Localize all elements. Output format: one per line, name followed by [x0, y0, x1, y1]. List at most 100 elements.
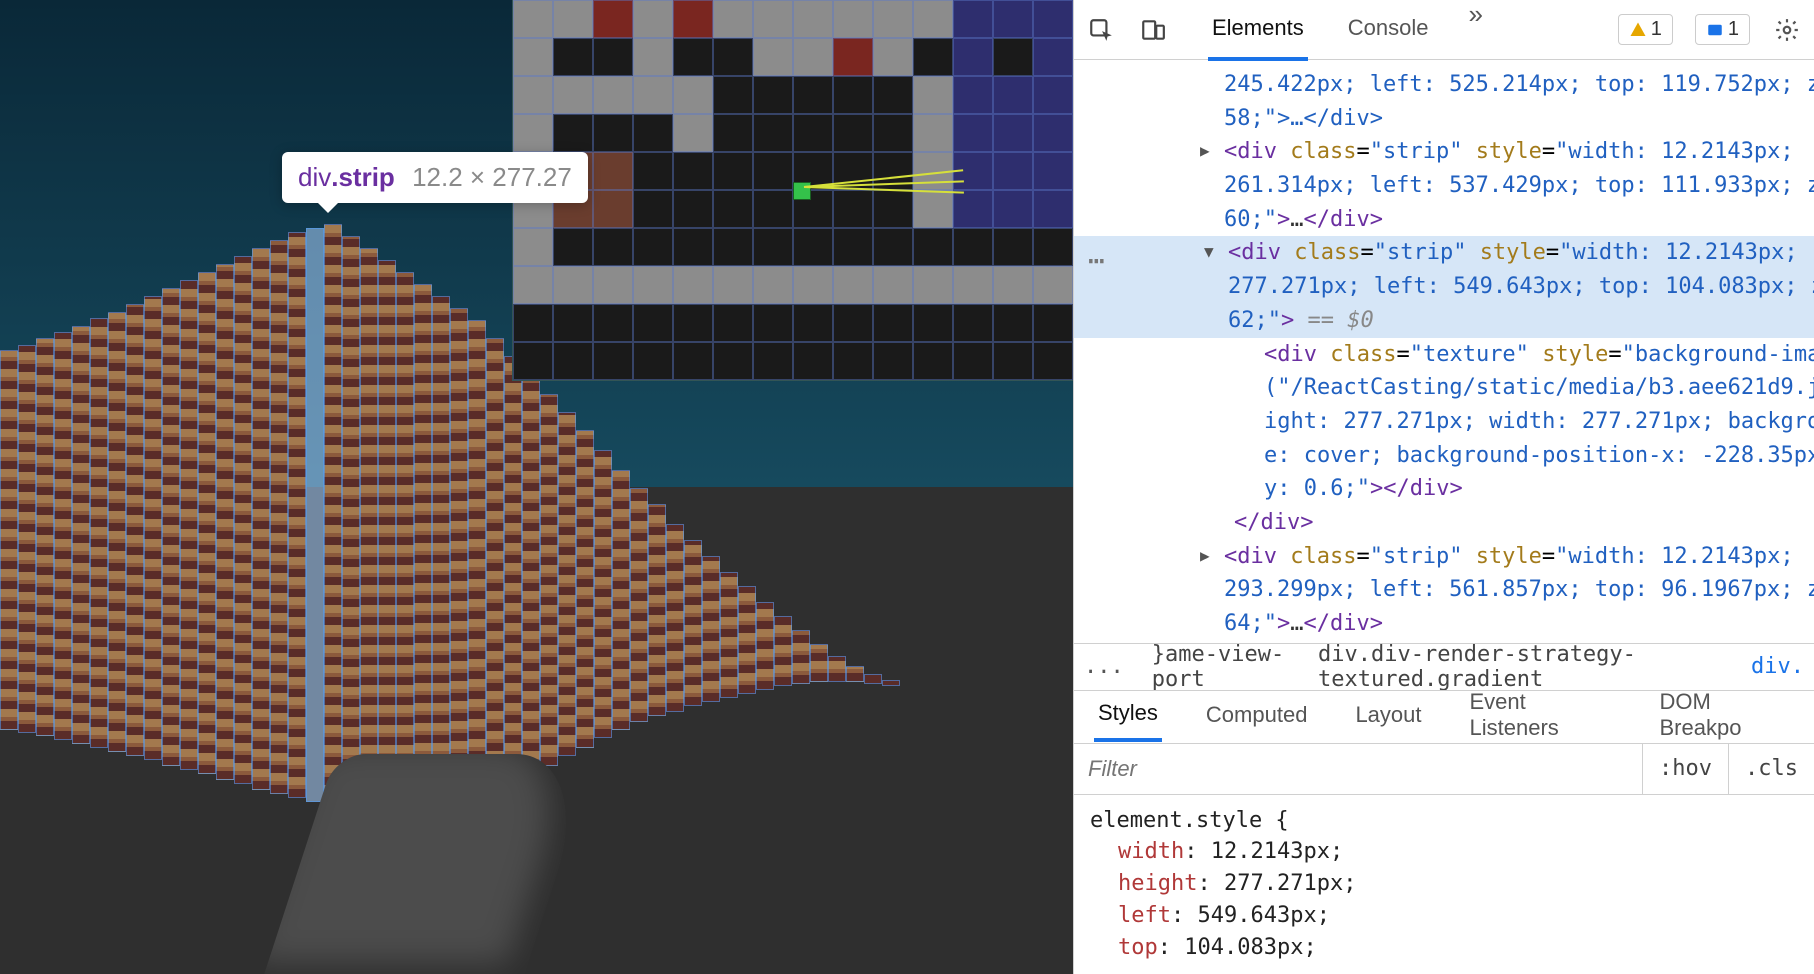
- css-prop[interactable]: left: [1118, 903, 1171, 928]
- dom-line[interactable]: 261.314px; left: 537.429px; top: 111.933…: [1074, 169, 1814, 203]
- tabs-overflow-icon[interactable]: »: [1468, 0, 1482, 61]
- raycast-strip[interactable]: [162, 288, 180, 766]
- issues-badge[interactable]: 1: [1695, 14, 1750, 45]
- settings-gear-icon[interactable]: [1772, 15, 1802, 45]
- raycast-strip[interactable]: [828, 656, 846, 682]
- raycast-strip[interactable]: [288, 232, 306, 798]
- breadcrumb-ellipsis[interactable]: ...: [1084, 654, 1124, 679]
- raycast-strip[interactable]: [594, 450, 612, 738]
- dom-line[interactable]: <div class="texture" style="background-i…: [1074, 338, 1814, 372]
- tab-event-listeners[interactable]: Event Listeners: [1466, 677, 1616, 753]
- raycast-strip[interactable]: [360, 248, 378, 806]
- raycast-strip[interactable]: [180, 280, 198, 770]
- dom-line[interactable]: </div>: [1074, 506, 1814, 540]
- raycast-strip[interactable]: [774, 616, 792, 686]
- raycast-strip[interactable]: [882, 680, 900, 686]
- dom-line[interactable]: ("/ReactCasting/static/media/b3.aee621d9…: [1074, 371, 1814, 405]
- raycast-strip[interactable]: [414, 284, 432, 804]
- raycast-strip[interactable]: [666, 524, 684, 712]
- twisty-collapsed-icon[interactable]: ▶: [1200, 545, 1210, 567]
- hov-toggle-button[interactable]: :hov: [1642, 744, 1728, 794]
- css-val[interactable]: 277.271px;: [1224, 871, 1356, 896]
- cls-toggle-button[interactable]: .cls: [1728, 744, 1814, 794]
- raycast-strip[interactable]: [378, 260, 396, 806]
- css-prop[interactable]: height: [1118, 871, 1197, 896]
- raycast-strip[interactable]: [648, 504, 666, 716]
- raycast-strip[interactable]: [720, 572, 738, 698]
- twisty-expanded-icon[interactable]: ▼: [1204, 241, 1214, 263]
- raycast-strip[interactable]: [324, 224, 342, 806]
- tab-dom-breakpoints[interactable]: DOM Breakpo: [1655, 677, 1794, 753]
- raycast-strip[interactable]: [126, 304, 144, 756]
- dom-line-selected[interactable]: 277.271px; left: 549.643px; top: 104.083…: [1074, 270, 1814, 304]
- warnings-badge[interactable]: 1: [1618, 14, 1673, 45]
- raycast-strip[interactable]: [630, 488, 648, 722]
- device-toggle-icon[interactable]: [1138, 15, 1168, 45]
- twisty-collapsed-icon[interactable]: ▶: [1200, 140, 1210, 162]
- breadcrumb-item[interactable]: div.: [1751, 654, 1804, 679]
- raycast-strip[interactable]: [90, 318, 108, 748]
- raycast-strip[interactable]: [144, 296, 162, 760]
- raycast-strip[interactable]: [306, 228, 324, 802]
- dom-line-selected[interactable]: ⋯▼<div class="strip" style="width: 12.21…: [1074, 236, 1814, 270]
- raycast-strip[interactable]: [684, 540, 702, 706]
- raycast-strip[interactable]: [450, 308, 468, 802]
- dom-line[interactable]: ▶<div class="strip" style="width: 12.214…: [1074, 641, 1814, 643]
- raycast-strip[interactable]: [738, 586, 756, 694]
- dom-line[interactable]: e: cover; background-position-x: -228.35…: [1074, 439, 1814, 473]
- raycast-strip[interactable]: [540, 394, 558, 766]
- raycast-strip[interactable]: [234, 256, 252, 784]
- dom-line-selected[interactable]: 62;"> == $0: [1074, 304, 1814, 338]
- raycast-strip[interactable]: [252, 248, 270, 790]
- css-prop[interactable]: top: [1118, 935, 1158, 960]
- raycast-strip[interactable]: [864, 674, 882, 684]
- dom-line[interactable]: 293.299px; left: 561.857px; top: 96.1967…: [1074, 573, 1814, 607]
- raycast-strip[interactable]: [522, 374, 540, 772]
- select-element-icon[interactable]: [1086, 15, 1116, 45]
- raycast-strip[interactable]: [108, 312, 126, 752]
- css-prop[interactable]: width: [1118, 839, 1184, 864]
- dom-line[interactable]: 60;">…</div>: [1074, 203, 1814, 237]
- raycast-strip[interactable]: [810, 644, 828, 682]
- tab-elements[interactable]: Elements: [1208, 0, 1308, 61]
- raycast-strip[interactable]: [198, 272, 216, 774]
- dom-line[interactable]: 245.422px; left: 525.214px; top: 119.752…: [1074, 68, 1814, 102]
- raycast-strip[interactable]: [54, 332, 72, 740]
- styles-filter-input[interactable]: [1074, 744, 1642, 794]
- dom-line[interactable]: ▶<div class="strip" style="width: 12.214…: [1074, 135, 1814, 169]
- dom-line[interactable]: 64;">…</div>: [1074, 607, 1814, 641]
- elements-tree[interactable]: 245.422px; left: 525.214px; top: 119.752…: [1074, 60, 1814, 643]
- raycast-strip[interactable]: [432, 296, 450, 804]
- raycast-strip[interactable]: [576, 430, 594, 748]
- raycast-strip[interactable]: [0, 350, 18, 730]
- raycast-strip[interactable]: [342, 236, 360, 808]
- css-val[interactable]: 12.2143px;: [1211, 839, 1343, 864]
- raycast-strip[interactable]: [468, 320, 486, 800]
- raycast-strip[interactable]: [756, 602, 774, 690]
- tab-computed[interactable]: Computed: [1202, 690, 1312, 740]
- tab-styles[interactable]: Styles: [1094, 688, 1162, 742]
- raycast-strip[interactable]: [612, 470, 630, 730]
- raycast-strip[interactable]: [486, 338, 504, 792]
- raycast-strip[interactable]: [36, 338, 54, 736]
- dom-line[interactable]: 58;">…</div>: [1074, 102, 1814, 136]
- style-rules[interactable]: element.style { width: 12.2143px; height…: [1074, 795, 1814, 974]
- tab-console[interactable]: Console: [1344, 0, 1433, 61]
- raycast-strip[interactable]: [846, 666, 864, 682]
- raycast-strip[interactable]: [270, 240, 288, 794]
- breadcrumb-item[interactable]: }ame-view-port: [1152, 643, 1290, 691]
- raycast-strip[interactable]: [216, 264, 234, 780]
- dom-line[interactable]: y: 0.6;"></div>: [1074, 472, 1814, 506]
- dom-line[interactable]: ▶<div class="strip" style="width: 12.214…: [1074, 540, 1814, 574]
- dom-line[interactable]: ight: 277.271px; width: 277.271px; backg…: [1074, 405, 1814, 439]
- raycast-strip[interactable]: [18, 345, 36, 733]
- raycast-strip[interactable]: [396, 272, 414, 806]
- raycast-strip[interactable]: [558, 412, 576, 756]
- raycast-strip[interactable]: [72, 326, 90, 744]
- css-val[interactable]: 104.083px;: [1184, 935, 1316, 960]
- raycast-strip[interactable]: [504, 356, 522, 784]
- raycast-strip[interactable]: [792, 630, 810, 684]
- css-val[interactable]: 549.643px;: [1197, 903, 1329, 928]
- tab-layout[interactable]: Layout: [1351, 690, 1425, 740]
- raycast-strip[interactable]: [702, 556, 720, 702]
